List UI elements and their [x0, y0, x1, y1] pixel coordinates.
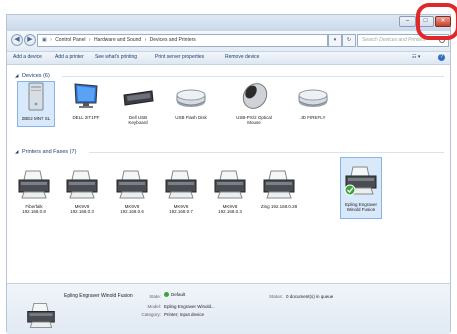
- refresh-button[interactable]: ↻: [342, 34, 356, 47]
- status-label: Status:: [268, 294, 283, 299]
- collapse-arrow-icon: ◢: [15, 73, 19, 78]
- printer-icon: [344, 166, 377, 196]
- printer-label: Zing 192.168.0.28: [260, 204, 298, 209]
- printer-label: MK9V8 192.168.0.3: [70, 204, 94, 214]
- printer-label: Epling Engraver Winold Fusion: [344, 202, 378, 212]
- printer-item[interactable]: MK9V8 192.168.0.6: [113, 168, 151, 214]
- breadcrumb-hardware-and-sound[interactable]: Hardware and Sound: [94, 37, 141, 43]
- model-value: Epling Engraver Winold...: [164, 304, 215, 309]
- close-button-highlight: [416, 3, 457, 40]
- devices-group-label: Devices (6): [22, 73, 50, 79]
- device-usb-flash-disk[interactable]: USB Flash Disk: [172, 81, 210, 120]
- keyboard-icon: [123, 90, 154, 106]
- print-server-properties-button[interactable]: Print server properties: [155, 54, 204, 60]
- printer-icon: [263, 170, 295, 199]
- chevron-icon: ›: [88, 37, 91, 43]
- printer-item[interactable]: MK9V8 192.168.0.3: [63, 168, 101, 214]
- title-bar[interactable]: – □ ✕: [7, 15, 451, 31]
- address-bar[interactable]: ▣ › Control Panel › Hardware and Sound ›…: [37, 34, 328, 47]
- breadcrumb-control-panel[interactable]: Control Panel: [55, 37, 85, 43]
- group-divider: [62, 76, 444, 77]
- printer-icon: [165, 170, 197, 199]
- device-label: USB-PS/2 Optical Mouse: [236, 115, 272, 125]
- printer-icon: [116, 170, 148, 199]
- printer-icon: [27, 303, 55, 328]
- device-label: 2BE2 MN7 SL: [21, 116, 51, 121]
- group-divider: [89, 152, 444, 153]
- printers-group-label: Printers and Faxes (7): [22, 149, 77, 155]
- status-value: 0 document(s) in queue: [286, 294, 334, 299]
- collapse-arrow-icon: ◢: [15, 149, 19, 154]
- chevron-icon: ›: [144, 37, 147, 43]
- device-keyboard[interactable]: Dell USB Keyboard: [119, 81, 157, 125]
- device-mouse[interactable]: USB-PS/2 Optical Mouse: [235, 81, 273, 125]
- printer-item[interactable]: Fiberfalk 192.168.0.8: [15, 168, 53, 214]
- help-icon[interactable]: ?: [438, 54, 445, 61]
- status-ok-icon: [164, 292, 169, 298]
- view-options-icon[interactable]: ☷ ▾: [412, 54, 420, 60]
- printer-icon: [214, 170, 246, 199]
- chevron-icon: ›: [50, 37, 52, 43]
- device-label: Dell USB Keyboard: [128, 115, 148, 125]
- back-button[interactable]: ◀: [11, 34, 23, 46]
- model-label: Model:: [147, 304, 161, 309]
- see-whats-printing-button[interactable]: See what's printing: [95, 54, 137, 60]
- printer-item[interactable]: Zing 192.168.0.28: [260, 168, 298, 209]
- computer-icon: [28, 82, 44, 111]
- navigation-bar: ◀ ▶ ▣ › Control Panel › Hardware and Sou…: [7, 31, 450, 52]
- device-computer[interactable]: 2BE2 MN7 SL: [17, 81, 55, 127]
- drive-icon: [298, 89, 328, 107]
- command-toolbar: Add a device Add a printer See what's pr…: [7, 52, 450, 65]
- add-printer-button[interactable]: Add a printer: [55, 54, 84, 60]
- add-device-button[interactable]: Add a device: [13, 54, 42, 60]
- remove-device-button[interactable]: Remove device: [225, 54, 259, 60]
- address-dropdown-button[interactable]: ▾: [328, 34, 342, 47]
- device-label: USB Flash Disk: [175, 115, 207, 120]
- device-label: JD FIREFLY: [300, 115, 326, 120]
- breadcrumb-devices-and-printers[interactable]: Devices and Printers: [150, 37, 196, 43]
- printer-icon: [18, 170, 50, 199]
- state-label: State:: [149, 294, 161, 299]
- devices-and-printers-window: – □ ✕ ◀ ▶ ▣ › Control Panel › Hardware a…: [6, 14, 451, 334]
- forward-button[interactable]: ▶: [24, 34, 36, 46]
- category-label: Category:: [141, 312, 161, 317]
- drive-icon: [176, 89, 206, 107]
- printer-label: Fiberfalk 192.168.0.8: [22, 204, 46, 214]
- printer-item[interactable]: MK9V8 192.168.0.3: [211, 168, 249, 214]
- minimize-button[interactable]: –: [399, 16, 416, 27]
- devices-group-header[interactable]: ◢ Devices (6): [15, 73, 50, 79]
- printer-item[interactable]: MK9V8 192.168.0.7: [162, 168, 200, 214]
- mouse-icon: [242, 83, 268, 109]
- printers-group-header[interactable]: ◢ Printers and Faxes (7): [15, 149, 76, 155]
- printer-icon: [66, 170, 98, 199]
- printer-label: MK9V8 192.168.0.7: [169, 204, 193, 214]
- details-pane: Epling Engraver Winold Fusion State: Def…: [7, 283, 450, 334]
- category-value: Printer; Input device: [164, 312, 205, 317]
- device-jd-firefly[interactable]: JD FIREFLY: [294, 81, 332, 120]
- state-value: Default: [164, 292, 185, 298]
- printer-item-selected[interactable]: Epling Engraver Winold Fusion: [340, 157, 382, 219]
- search-placeholder: Search Devices and Printers: [362, 37, 426, 43]
- device-monitor[interactable]: DELL 2IT1PF: [67, 81, 105, 120]
- printer-label: MK9V8 192.168.0.3: [218, 204, 242, 214]
- printer-label: MK9V8 192.168.0.6: [120, 204, 144, 214]
- monitor-icon: [74, 83, 98, 108]
- address-computer-icon: ▣: [42, 37, 47, 43]
- device-label: DELL 2IT1PF: [72, 115, 100, 120]
